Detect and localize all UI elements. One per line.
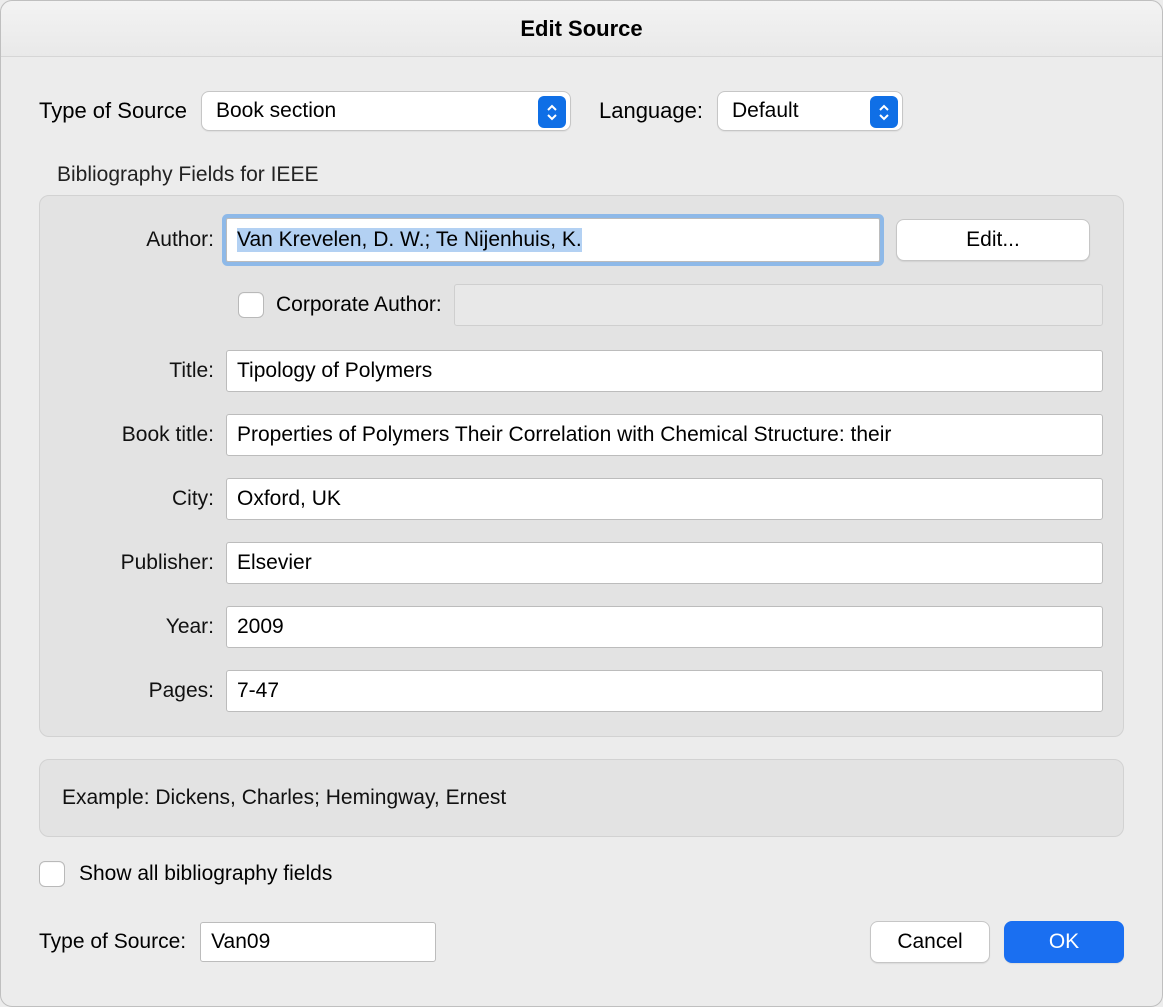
booktitle-input[interactable] — [226, 414, 1103, 456]
year-row: Year: — [60, 606, 1103, 648]
corporate-author-label: Corporate Author: — [276, 293, 442, 317]
title-input[interactable] — [226, 350, 1103, 392]
fieldset-legend: Bibliography Fields for IEEE — [57, 163, 1124, 187]
corporate-author-input — [454, 284, 1103, 326]
author-input[interactable]: Van Krevelen, D. W.; Te Nijenhuis, K. — [226, 218, 880, 262]
booktitle-row: Book title: — [60, 414, 1103, 456]
edit-source-dialog: Edit Source Type of Source Book section … — [0, 0, 1163, 1007]
title-row: Title: — [60, 350, 1103, 392]
example-box: Example: Dickens, Charles; Hemingway, Er… — [39, 759, 1124, 837]
show-all-checkbox[interactable] — [39, 861, 65, 887]
publisher-input[interactable] — [226, 542, 1103, 584]
city-row: City: — [60, 478, 1103, 520]
type-of-source-value: Book section — [216, 99, 336, 123]
title-label: Title: — [60, 359, 226, 383]
pages-row: Pages: — [60, 670, 1103, 712]
dialog-content: Type of Source Book section Language: De… — [1, 57, 1162, 1006]
tag-label: Type of Source: — [39, 930, 186, 954]
show-all-label: Show all bibliography fields — [79, 862, 332, 886]
cancel-button[interactable]: Cancel — [870, 921, 990, 963]
author-label: Author: — [60, 228, 226, 252]
language-label: Language: — [599, 98, 703, 124]
year-label: Year: — [60, 615, 226, 639]
booktitle-label: Book title: — [60, 423, 226, 447]
chevron-updown-icon — [870, 96, 898, 128]
type-of-source-dropdown[interactable]: Book section — [201, 91, 571, 131]
top-row: Type of Source Book section Language: De… — [39, 91, 1124, 131]
dialog-title-text: Edit Source — [520, 16, 642, 42]
city-label: City: — [60, 487, 226, 511]
publisher-row: Publisher: — [60, 542, 1103, 584]
author-row: Author: Van Krevelen, D. W.; Te Nijenhui… — [60, 218, 1103, 262]
edit-author-button[interactable]: Edit... — [896, 219, 1090, 261]
chevron-updown-icon — [538, 96, 566, 128]
publisher-label: Publisher: — [60, 551, 226, 575]
bibliography-fieldset: Author: Van Krevelen, D. W.; Te Nijenhui… — [39, 195, 1124, 737]
pages-label: Pages: — [60, 679, 226, 703]
corporate-author-checkbox[interactable] — [238, 292, 264, 318]
year-input[interactable] — [226, 606, 1103, 648]
ok-button[interactable]: OK — [1004, 921, 1124, 963]
footer-row: Type of Source: Cancel OK — [39, 921, 1124, 963]
language-value: Default — [732, 99, 799, 123]
city-input[interactable] — [226, 478, 1103, 520]
corporate-author-row: Corporate Author: — [238, 284, 1103, 326]
pages-input[interactable] — [226, 670, 1103, 712]
tag-input[interactable] — [200, 922, 436, 962]
dialog-title: Edit Source — [1, 1, 1162, 57]
author-input-value: Van Krevelen, D. W.; Te Nijenhuis, K. — [237, 228, 582, 252]
language-dropdown[interactable]: Default — [717, 91, 903, 131]
type-of-source-label: Type of Source — [39, 98, 187, 124]
example-text: Example: Dickens, Charles; Hemingway, Er… — [62, 786, 506, 809]
show-all-row: Show all bibliography fields — [39, 861, 1124, 887]
